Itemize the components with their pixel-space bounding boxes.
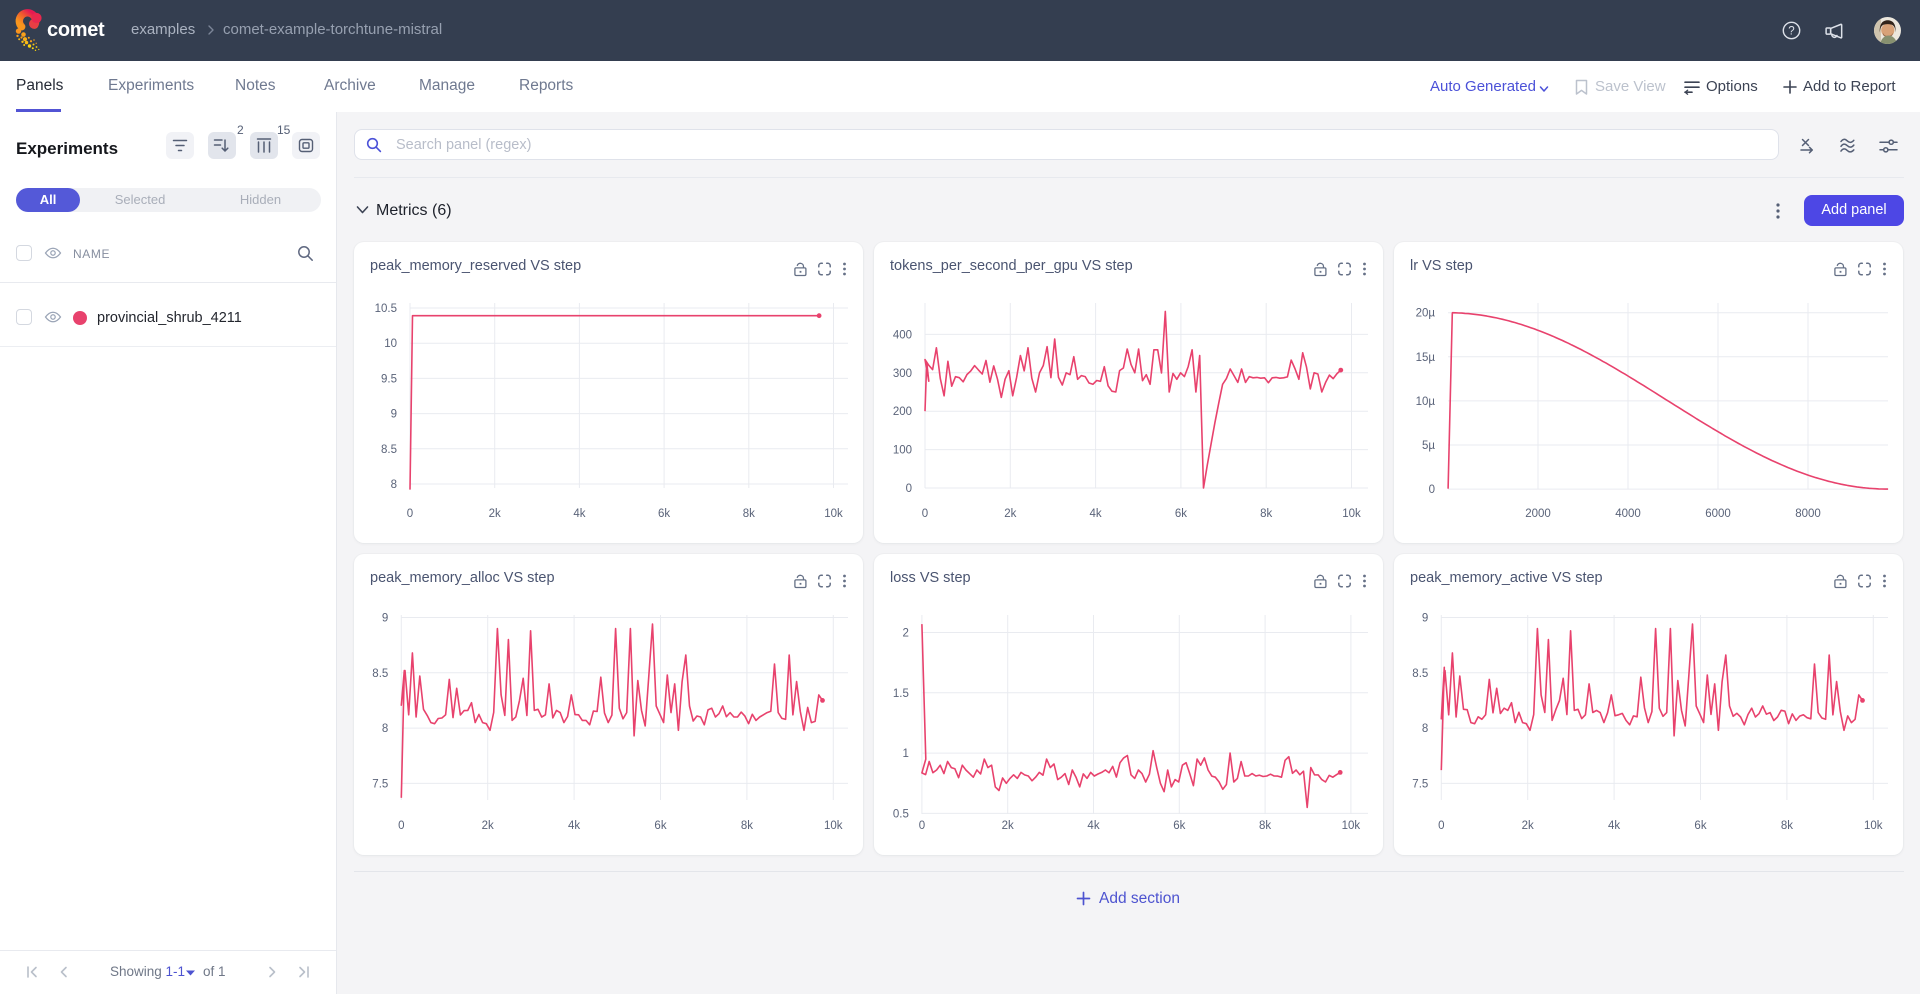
svg-text:peak_memory_alloc VS step: peak_memory_alloc VS step	[370, 570, 555, 586]
svg-text:4000: 4000	[1615, 508, 1641, 520]
svg-text:4k: 4k	[1090, 508, 1102, 520]
svg-text:20µ: 20µ	[1416, 308, 1436, 320]
svg-text:9: 9	[391, 409, 397, 421]
svg-text:8k: 8k	[1781, 820, 1793, 832]
svg-text:8k: 8k	[743, 508, 755, 520]
svg-text:300: 300	[893, 368, 912, 380]
svg-text:0: 0	[922, 508, 928, 520]
svg-text:2: 2	[902, 628, 908, 640]
svg-text:10µ: 10µ	[1416, 396, 1436, 408]
svg-text:8k: 8k	[741, 820, 753, 832]
svg-text:8: 8	[391, 479, 397, 491]
svg-text:4k: 4k	[1608, 820, 1620, 832]
svg-text:1.5: 1.5	[893, 688, 909, 700]
svg-text:10k: 10k	[1342, 820, 1361, 832]
svg-text:9.5: 9.5	[381, 373, 397, 385]
svg-text:8: 8	[382, 723, 388, 735]
svg-text:0: 0	[1438, 820, 1444, 832]
svg-text:tokens_per_second_per_gpu VS s: tokens_per_second_per_gpu VS step	[890, 258, 1133, 274]
svg-text:200: 200	[893, 406, 912, 418]
svg-text:0: 0	[398, 820, 404, 832]
svg-text:peak_memory_reserved VS step: peak_memory_reserved VS step	[370, 258, 581, 274]
svg-text:15µ: 15µ	[1416, 352, 1436, 364]
svg-text:7.5: 7.5	[1412, 778, 1428, 790]
svg-text:6k: 6k	[658, 508, 670, 520]
svg-text:2k: 2k	[1522, 820, 1534, 832]
svg-text:0: 0	[919, 820, 925, 832]
svg-text:6k: 6k	[1173, 820, 1185, 832]
svg-text:8k: 8k	[1260, 508, 1272, 520]
svg-text:2k: 2k	[482, 820, 494, 832]
svg-text:peak_memory_active VS step: peak_memory_active VS step	[1410, 570, 1603, 586]
svg-text:4k: 4k	[568, 820, 580, 832]
svg-text:8k: 8k	[1259, 820, 1271, 832]
svg-text:6000: 6000	[1705, 508, 1731, 520]
svg-text:10k: 10k	[1342, 508, 1361, 520]
svg-text:0: 0	[906, 483, 912, 495]
svg-text:100: 100	[893, 445, 912, 457]
svg-text:9: 9	[382, 613, 388, 625]
svg-text:8: 8	[1422, 723, 1428, 735]
svg-text:10: 10	[384, 338, 397, 350]
svg-text:4k: 4k	[573, 508, 585, 520]
svg-text:2k: 2k	[1004, 508, 1016, 520]
svg-text:8000: 8000	[1795, 508, 1821, 520]
svg-text:4k: 4k	[1087, 820, 1099, 832]
svg-text:9: 9	[1422, 613, 1428, 625]
svg-text:400: 400	[893, 329, 912, 341]
svg-text:2k: 2k	[1002, 820, 1014, 832]
svg-text:1: 1	[902, 748, 908, 760]
svg-text:0: 0	[407, 508, 413, 520]
svg-text:8.5: 8.5	[1412, 668, 1428, 680]
svg-text:?: ?	[1788, 26, 1794, 38]
svg-text:2k: 2k	[489, 508, 501, 520]
svg-text:0.5: 0.5	[893, 808, 909, 820]
svg-text:10k: 10k	[824, 820, 843, 832]
svg-text:6k: 6k	[1175, 508, 1187, 520]
svg-text:7.5: 7.5	[372, 778, 388, 790]
svg-text:10k: 10k	[824, 508, 843, 520]
svg-text:8.5: 8.5	[372, 668, 388, 680]
svg-text:10.5: 10.5	[375, 303, 397, 315]
svg-text:10k: 10k	[1864, 820, 1883, 832]
svg-text:6k: 6k	[654, 820, 666, 832]
svg-text:2000: 2000	[1525, 508, 1551, 520]
svg-text:8.5: 8.5	[381, 444, 397, 456]
svg-text:6k: 6k	[1694, 820, 1706, 832]
svg-text:5µ: 5µ	[1422, 440, 1435, 452]
svg-text:0: 0	[1429, 484, 1435, 496]
svg-text:loss VS step: loss VS step	[890, 570, 971, 586]
svg-text:lr VS step: lr VS step	[1410, 258, 1473, 274]
